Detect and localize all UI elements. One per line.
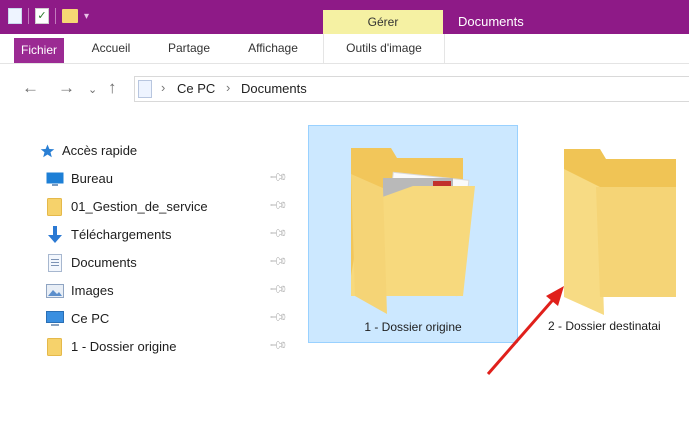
nav-label: Ce PC (71, 311, 110, 326)
nav-item-downloads[interactable]: Téléchargements 📌︎ (0, 222, 292, 248)
navigation-pane: Accès rapide Bureau 📌︎ 01_Gestion_de_ser… (0, 114, 292, 432)
nav-label: Téléchargements (71, 227, 172, 242)
nav-label: 01_Gestion_de_service (71, 199, 208, 214)
quick-access-toolbar: ✓ ▾ (8, 8, 89, 24)
pin-icon[interactable]: 📌︎ (268, 167, 289, 188)
nav-item-desktop[interactable]: Bureau 📌︎ (0, 166, 292, 192)
tab-share[interactable]: Partage (158, 34, 220, 63)
nav-item-folder-service[interactable]: 01_Gestion_de_service 📌︎ (0, 194, 292, 220)
forward-arrow-icon[interactable]: → (58, 78, 75, 98)
pin-icon[interactable]: 📌︎ (268, 279, 289, 300)
new-folder-icon[interactable] (62, 9, 78, 23)
file-list: 1 - Dossier origine 2 - Dossier destinat… (292, 114, 689, 432)
tab-home[interactable]: Accueil (80, 34, 142, 63)
address-bar[interactable]: › Ce PC › Documents (134, 76, 689, 102)
folder-icon (47, 198, 62, 216)
breadcrumb-this-pc[interactable]: Ce PC (177, 81, 215, 96)
customize-dropdown-icon[interactable]: ▾ (84, 11, 89, 22)
checkmark-icon[interactable]: ✓ (35, 8, 49, 24)
tab-file[interactable]: Fichier (14, 38, 64, 63)
folder-icon (47, 338, 62, 356)
title-bar: ✓ ▾ Gérer Documents (0, 0, 689, 34)
toolbar-separator (55, 8, 56, 24)
nav-label: Accès rapide (62, 143, 138, 158)
desktop-icon (46, 172, 64, 186)
ribbon-tabs: Fichier Accueil Partage Affichage Outils… (0, 34, 689, 64)
nav-item-folder-origin[interactable]: 1 - Dossier origine 📌︎ (0, 334, 292, 360)
images-icon (46, 284, 64, 298)
toolbar-separator (28, 8, 29, 24)
nav-item-images[interactable]: Images 📌︎ (0, 278, 292, 304)
up-arrow-icon[interactable]: ↑ (108, 78, 117, 98)
nav-label: Bureau (71, 171, 113, 186)
pin-icon[interactable]: 📌︎ (268, 195, 289, 216)
nav-label: Images (71, 283, 114, 298)
star-icon (40, 144, 55, 158)
recent-locations-chevron-icon[interactable]: ⌄ (88, 83, 97, 96)
properties-icon[interactable] (8, 8, 22, 24)
nav-item-documents[interactable]: Documents 📌︎ (0, 250, 292, 276)
breadcrumb-separator-icon[interactable]: › (226, 80, 230, 95)
navigation-bar: ← → ⌄ ↑ › Ce PC › Documents (0, 64, 689, 114)
tab-view[interactable]: Affichage (238, 34, 308, 63)
breadcrumb-documents[interactable]: Documents (241, 81, 307, 96)
pin-icon[interactable]: 📌︎ (268, 307, 289, 328)
nav-label: 1 - Dossier origine (71, 339, 177, 354)
window-title: Documents (458, 14, 524, 29)
annotation-arrow (486, 286, 564, 375)
computer-icon (46, 311, 64, 326)
documents-icon (138, 80, 152, 98)
nav-quick-access[interactable]: Accès rapide (0, 138, 292, 164)
pin-icon[interactable]: 📌︎ (268, 335, 289, 356)
download-icon (48, 226, 62, 243)
nav-item-this-pc[interactable]: Ce PC 📌︎ (0, 306, 292, 332)
documents-icon (48, 254, 62, 272)
pin-icon[interactable]: 📌︎ (268, 251, 289, 272)
nav-label: Documents (71, 255, 137, 270)
pin-icon[interactable]: 📌︎ (268, 223, 289, 244)
breadcrumb-separator-icon[interactable]: › (161, 80, 165, 95)
back-arrow-icon[interactable]: ← (22, 78, 39, 98)
tab-picture-tools[interactable]: Outils d'image (323, 34, 445, 63)
context-tab-manage[interactable]: Gérer (323, 10, 443, 34)
